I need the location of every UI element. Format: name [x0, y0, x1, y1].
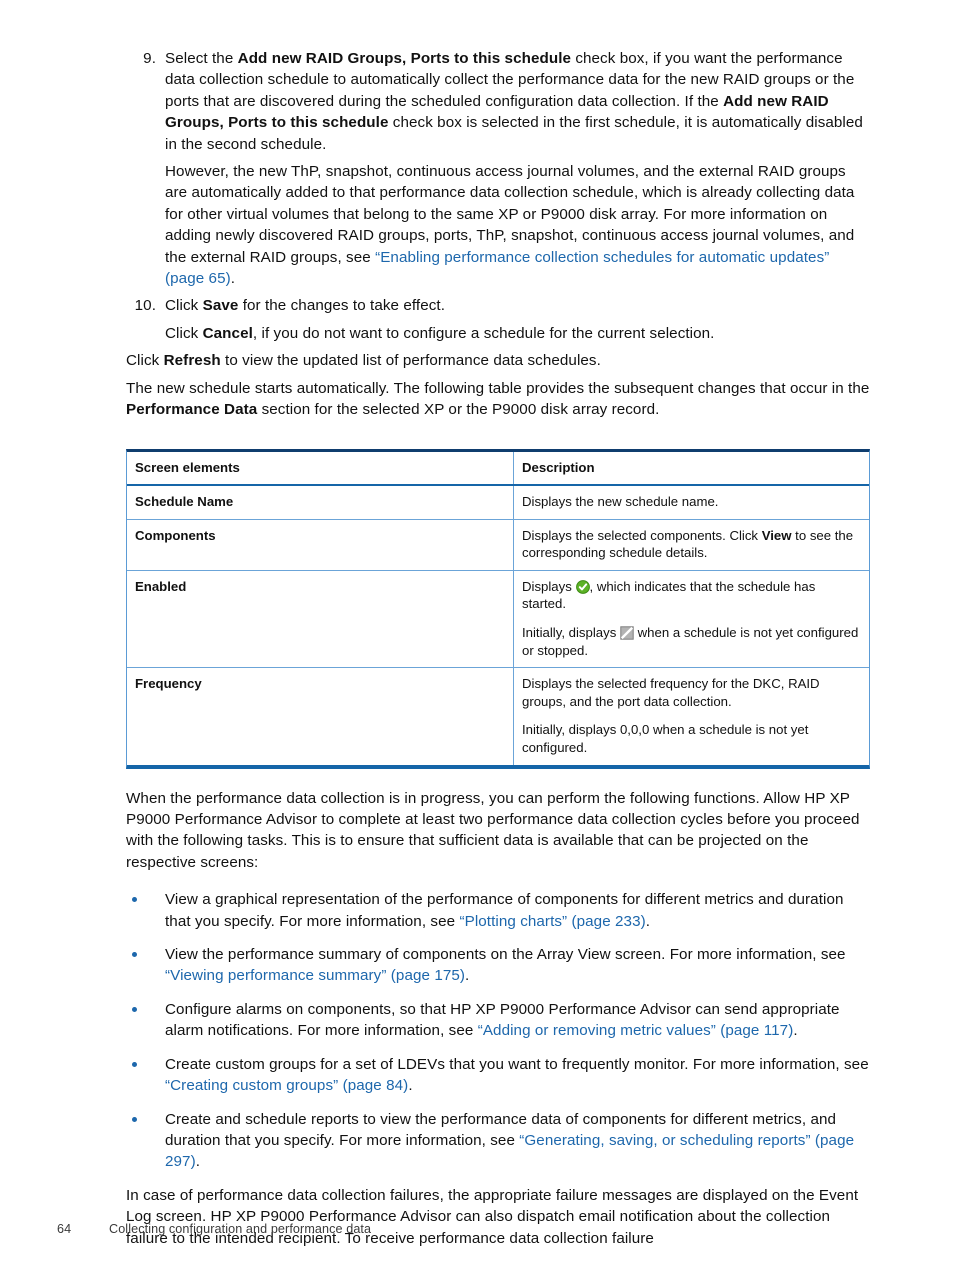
text-run: Select the — [165, 50, 238, 67]
list-item: View the performance summary of componen… — [126, 944, 870, 987]
text-run: . — [793, 1022, 798, 1040]
emphasis-text: Performance Data — [126, 401, 258, 419]
text-run: Click — [126, 352, 164, 370]
list-item: Configure alarms on components, so that … — [126, 999, 870, 1042]
description-paragraph: Displays the new schedule name. — [522, 493, 861, 511]
description-paragraph: Initially, displays 0,0,0 when a schedul… — [522, 721, 861, 756]
emphasis-text: View — [761, 527, 792, 543]
description-cell: Displays , which indicates that the sche… — [513, 570, 869, 669]
text-run: , if you do not want to configure a sche… — [252, 324, 715, 342]
bullet-dot-icon — [132, 897, 137, 903]
table-header-cell: Screen elements — [127, 451, 514, 487]
text-run: Displays the selected components. Click — [522, 527, 762, 543]
description-cell: Displays the new schedule name. — [513, 485, 869, 520]
text-run: . — [230, 270, 236, 288]
paragraph: Click Refresh to view the updated list o… — [126, 350, 870, 371]
emphasis-text: Refresh — [163, 352, 221, 370]
numbered-step: 10. Click Save for the changes to take ef… — [126, 295, 870, 316]
gray-slash-square-icon — [620, 626, 634, 640]
paragraph: The new schedule starts automatically. T… — [126, 378, 870, 421]
closing-paragraph: In case of performance data collection f… — [126, 1185, 870, 1249]
table-row: Schedule Name Displays the new schedule n… — [127, 485, 869, 520]
bullet-dot-icon — [132, 1006, 137, 1012]
footer-chapter-title: Collecting configuration and performance… — [109, 1222, 372, 1236]
text-run: to view the updated list of performance … — [220, 352, 601, 370]
table-row: Components Displays the selected componen… — [127, 519, 869, 571]
intro-after-table: When the performance data collection is … — [126, 788, 870, 874]
numbered-step: 9. Select the Add new RAID Groups, Ports … — [126, 48, 870, 155]
text-run: . — [645, 912, 651, 930]
text-run: for the changes to take effect. — [238, 297, 446, 315]
text-run: The new schedule starts automatically. T… — [126, 379, 870, 397]
text-run: . — [195, 1153, 201, 1171]
performance-data-table: Screen elements Description Schedule Name D… — [126, 448, 870, 769]
table-row: Frequency Displays the selected frequency… — [127, 667, 870, 765]
screen-element-name-cell: Components — [127, 519, 514, 571]
step-number: 9. — [143, 50, 156, 67]
numbered-step-list: 9. Select the Add new RAID Groups, Ports … — [126, 48, 870, 350]
text-run: Click — [165, 297, 203, 315]
text-run: Initially, displays 0,0,0 when a schedul… — [522, 722, 809, 756]
text-run: In case of performance data collection f… — [126, 1186, 859, 1247]
screen-element-name-cell: Schedule Name — [127, 485, 514, 520]
function-bullet-list: View a graphical representation of the p… — [126, 889, 870, 1172]
emphasis-text: Add new RAID Groups, Ports to this sched… — [237, 50, 572, 67]
table-header-row: Screen elements Description — [127, 451, 869, 487]
description-cell: Displays the selected components. Click … — [513, 519, 869, 571]
step-continuation-paragraph: However, the new ThP, snapshot, continuo… — [126, 161, 870, 289]
list-item: Create and schedule reports to view the … — [126, 1109, 870, 1173]
bullet-dot-icon — [132, 1116, 137, 1122]
text-run: . — [408, 1077, 413, 1095]
bullet-dot-icon — [132, 1061, 137, 1067]
document-page: 9. Select the Add new RAID Groups, Ports … — [0, 0, 954, 1271]
text-run: View the performance summary of componen… — [165, 946, 846, 964]
cross-reference-link[interactable]: “Adding or removing metric values” (page… — [478, 1022, 794, 1039]
text-run: Displays the selected frequency for the … — [522, 676, 820, 709]
emphasis-text: Cancel — [202, 324, 253, 342]
cross-reference-link[interactable]: “Viewing performance summary” (page 175) — [165, 967, 465, 984]
description-paragraph: Displays the selected components. Click … — [522, 527, 861, 562]
description-paragraph: Initially, displays when a schedule is n… — [522, 624, 861, 659]
text-run: Displays the new schedule name. — [522, 494, 719, 510]
description-cell: Displays the selected frequency for the … — [514, 668, 870, 765]
text-run: Initially, displays — [522, 625, 620, 641]
text-run: Displays — [522, 578, 576, 594]
text-run: section for the selected XP or the P9000… — [257, 401, 660, 419]
table-row: Enabled Displays , which indicates that t… — [127, 570, 869, 669]
green-check-circle-icon — [575, 579, 590, 594]
table-header-cell: Description — [513, 451, 869, 487]
page-footer: 64 Collecting configuration and performan… — [57, 1222, 857, 1236]
page-content: 9. Select the Add new RAID Groups, Ports … — [126, 48, 870, 1249]
text-run: Click — [165, 324, 203, 342]
text-run: When the performance data collection is … — [126, 789, 860, 871]
text-run: Create custom groups for a set of LDEVs … — [165, 1055, 869, 1073]
cross-reference-link[interactable]: “Creating custom groups” (page 84) — [165, 1077, 408, 1094]
emphasis-text: Save — [202, 297, 239, 315]
description-paragraph: Displays the selected frequency for the … — [522, 675, 861, 710]
screen-element-name-cell: Frequency — [127, 667, 514, 765]
bullet-dot-icon — [132, 952, 137, 958]
text-run: . — [465, 967, 470, 985]
page-number: 64 — [57, 1222, 72, 1236]
list-item: View a graphical representation of the p… — [126, 889, 870, 932]
cross-reference-link[interactable]: “Plotting charts” (page 233) — [459, 913, 645, 930]
description-paragraph: Displays , which indicates that the sche… — [522, 578, 861, 613]
list-item: Create custom groups for a set of LDEVs … — [126, 1054, 870, 1097]
step-continuation-paragraph: Click Cancel, if you do not want to conf… — [126, 323, 870, 344]
screen-element-name-cell: Enabled — [127, 570, 514, 669]
post-steps-paragraphs: Click Refresh to view the updated list o… — [126, 350, 870, 426]
step-number: 10. — [134, 297, 156, 315]
